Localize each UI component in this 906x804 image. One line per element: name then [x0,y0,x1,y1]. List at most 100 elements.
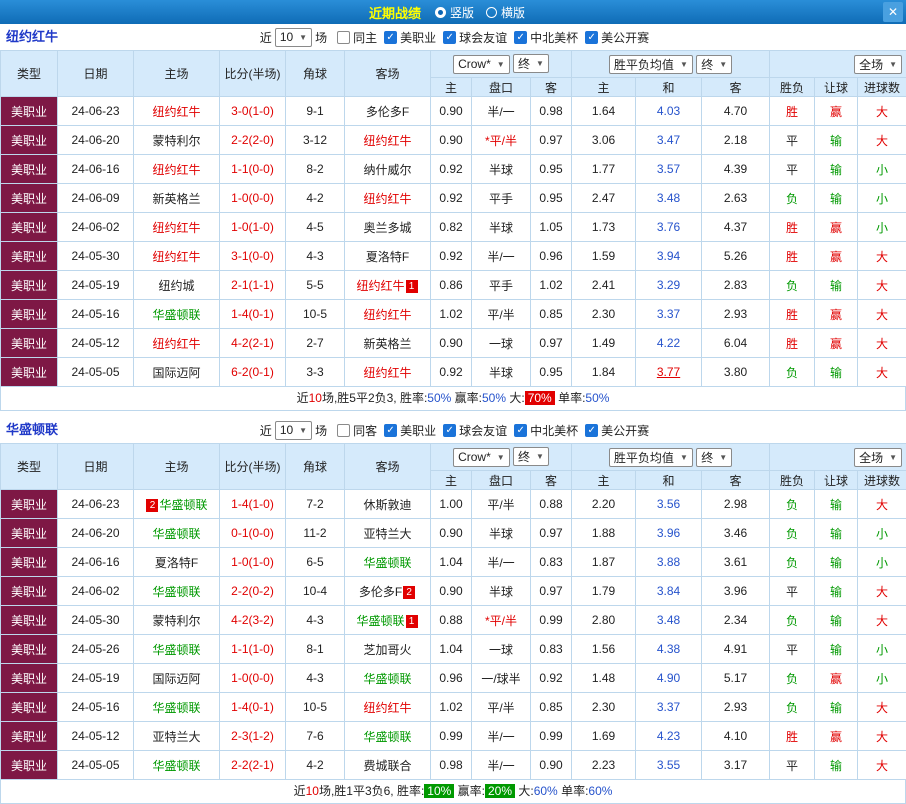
score-cell: 1-0(0-0) [220,184,286,213]
euro-final-select[interactable]: 终▼ [696,55,732,74]
euro-provider-select[interactable]: 胜平负均值▼ [609,448,693,467]
league-type-cell: 美职业 [1,358,58,387]
col-date: 日期 [58,51,134,97]
team-name: 纽约城 [158,279,194,293]
odds-final-select[interactable]: 终▼ [513,54,549,73]
table-row: 美职业24-06-16夏洛特F1-0(1-0)6-5华盛顿联1.04半/一0.8… [1,548,906,577]
summary-part: 单率: [558,784,589,798]
away-team-cell: 纽约红牛 [345,126,431,155]
league-checkbox-concacaf[interactable]: 中北美杯 [514,422,578,439]
scope-select[interactable]: 全场▼ [854,448,902,467]
league-type-cell: 美职业 [1,693,58,722]
match-count-select[interactable]: 10 ▼ [275,28,312,47]
odds-provider-select[interactable]: Crow*▼ [453,55,510,74]
match-date-cell: 24-05-16 [58,693,134,722]
league-checkbox-friendly[interactable]: 球会友谊 [443,29,507,46]
table-row: 美职业24-05-16华盛顿联1-4(0-1)10-5纽约红牛1.02平/半0.… [1,693,906,722]
handicap-result-cell: 输 [815,271,858,300]
filters-bar: 近 10 ▼ 场 同客 美职业 球会友谊 中北美杯 [257,421,649,440]
over-under-cell: 大 [858,271,906,300]
team-name: 蒙特利尔 [152,134,200,148]
league-checkbox-mls[interactable]: 美职业 [384,422,436,439]
checkbox-label: 中北美杯 [530,422,578,439]
home-team-cell: 纽约红牛 [134,97,220,126]
ah-line-cell: 一/球半 [472,664,531,693]
home-team-cell: 华盛顿联 [134,751,220,780]
over-under-cell: 小 [858,664,906,693]
ah-away-odds-cell: 0.85 [531,300,572,329]
scope-select[interactable]: 全场▼ [854,55,902,74]
chevron-down-icon: ▼ [719,453,727,462]
ah-home-odds-cell: 1.00 [431,490,472,519]
ah-away-odds-cell: 1.02 [531,271,572,300]
euro-home-odds-cell: 2.80 [572,606,636,635]
same-away-checkbox[interactable]: 同客 [337,422,377,439]
league-type-cell: 美职业 [1,271,58,300]
match-date-cell: 24-06-09 [58,184,134,213]
over-under-cell: 大 [858,358,906,387]
ah-away-odds-cell: 0.88 [531,490,572,519]
odds-final-select[interactable]: 终▼ [513,447,549,466]
table-row: 美职业24-05-05华盛顿联2-2(2-1)4-2费城联合0.98半/一0.9… [1,751,906,780]
euro-provider-select[interactable]: 胜平负均值▼ [609,55,693,74]
checkbox-icon [443,31,456,44]
ah-line-cell: 平/半 [472,693,531,722]
ah-home-odds-cell: 0.96 [431,664,472,693]
league-type-cell: 美职业 [1,519,58,548]
window-title: 近期战绩 [369,3,421,22]
euro-away-odds-cell: 3.80 [702,358,770,387]
team-name: 奥兰多城 [363,221,411,235]
table-row: 美职业24-06-20蒙特利尔2-2(2-0)3-12纽约红牛0.90*平/半0… [1,126,906,155]
corner-cell: 7-6 [286,722,345,751]
col-corner: 角球 [286,444,345,490]
same-home-checkbox[interactable]: 同主 [337,29,377,46]
corner-cell: 5-5 [286,271,345,300]
handicap-result-cell: 输 [815,490,858,519]
chevron-down-icon: ▼ [536,59,544,68]
league-type-cell: 美职业 [1,329,58,358]
red-card-badge: 1 [406,280,418,293]
ah-home-odds-cell: 0.90 [431,126,472,155]
match-count-select[interactable]: 10 ▼ [275,421,312,440]
league-checkbox-open-cup[interactable]: 美公开赛 [585,422,649,439]
score-cell: 4-2(3-2) [220,606,286,635]
league-checkbox-concacaf[interactable]: 中北美杯 [514,29,578,46]
league-checkbox-mls[interactable]: 美职业 [384,29,436,46]
euro-draw-odds-cell: 3.94 [636,242,702,271]
ah-home-odds-cell: 0.86 [431,271,472,300]
layout-radio-horizontal[interactable]: 横版 [486,4,525,21]
euro-draw-odds-cell: 3.37 [636,300,702,329]
odds-provider-select[interactable]: Crow*▼ [453,448,510,467]
over-under-cell: 大 [858,329,906,358]
home-team-cell: 亚特兰大 [134,722,220,751]
home-team-cell: 国际迈阿 [134,664,220,693]
match-date-cell: 24-05-12 [58,329,134,358]
match-date-cell: 24-06-02 [58,577,134,606]
handicap-result-cell: 输 [815,358,858,387]
ah-home-odds-cell: 0.98 [431,751,472,780]
euro-away-odds-cell: 2.63 [702,184,770,213]
euro-draw-odds-cell: 3.96 [636,519,702,548]
win-draw-loss-cell: 负 [770,184,815,213]
checkbox-label: 美公开赛 [601,29,649,46]
corner-cell: 4-3 [286,606,345,635]
league-type-cell: 美职业 [1,577,58,606]
layout-radio-vertical[interactable]: 竖版 [435,4,474,21]
table-row: 美职业24-05-19国际迈阿1-0(0-0)4-3华盛顿联0.96一/球半0.… [1,664,906,693]
team-name: 华盛顿联 [152,701,200,715]
team-name: 纽约红牛 [363,701,411,715]
league-checkbox-friendly[interactable]: 球会友谊 [443,422,507,439]
corner-cell: 8-1 [286,635,345,664]
euro-final-select[interactable]: 终▼ [696,448,732,467]
col-corner: 角球 [286,51,345,97]
table-row: 美职业24-06-02纽约红牛1-0(1-0)4-5奥兰多城0.82半球1.05… [1,213,906,242]
over-under-cell: 小 [858,184,906,213]
team-name: 多伦多F [359,585,402,599]
match-count-value: 10 [280,30,293,44]
close-button[interactable]: ✕ [883,2,903,22]
away-team-cell: 多伦多F2 [345,577,431,606]
euro-home-odds-cell: 1.48 [572,664,636,693]
col-date: 日期 [58,444,134,490]
league-checkbox-open-cup[interactable]: 美公开赛 [585,29,649,46]
corner-cell: 4-3 [286,664,345,693]
